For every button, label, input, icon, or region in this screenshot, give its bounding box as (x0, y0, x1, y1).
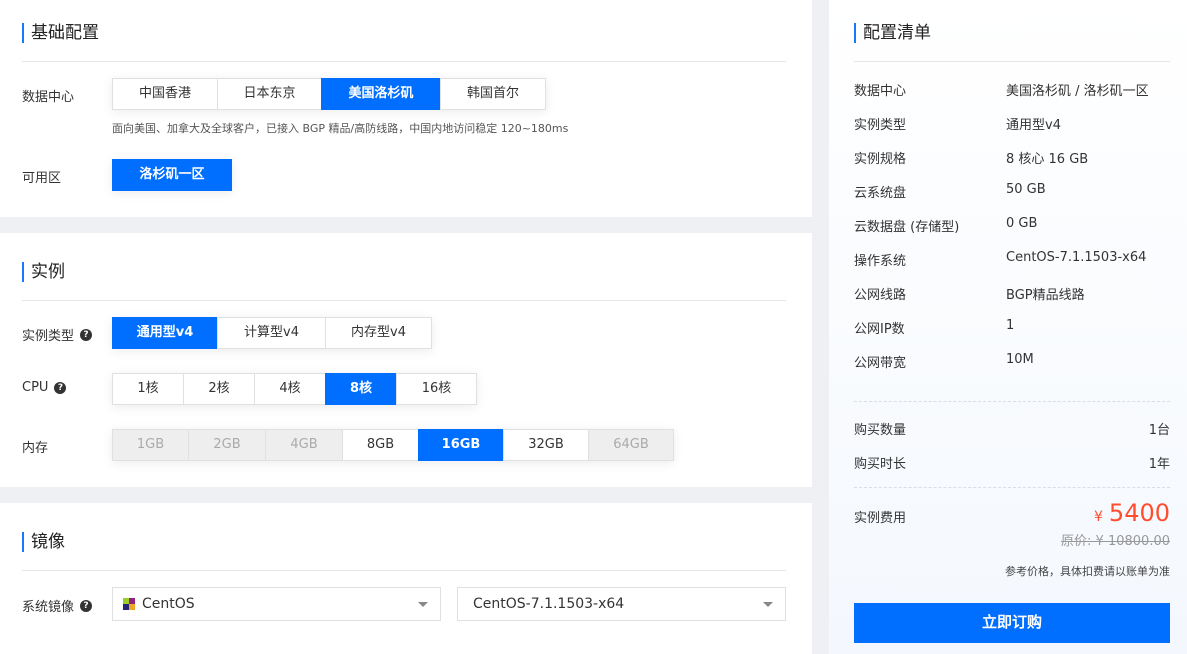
divider (22, 570, 786, 571)
instance-type-options: 通用型v4 计算型v4 内存型v4 (112, 317, 432, 349)
os-select-value: CentOS (142, 596, 195, 612)
cpu-option-1[interactable]: 1核 (112, 373, 184, 405)
summary-row-network-line: 公网线路 BGP精品线路 (854, 288, 1085, 303)
divider (854, 61, 1170, 62)
memory-option-16gb[interactable]: 16GB (418, 429, 504, 461)
memory-option-64gb: 64GB (588, 429, 674, 461)
summary-row-duration: 购买时长 1年 (854, 457, 1170, 472)
memory-label: 内存 (22, 441, 49, 456)
os-version-select[interactable]: CentOS-7.1.1503-x64 (457, 587, 786, 621)
datacenter-options: 中国香港 日本东京 美国洛杉矶 韩国首尔 (112, 78, 546, 110)
centos-icon (123, 598, 135, 610)
cpu-options: 1核 2核 4核 8核 16核 (112, 373, 477, 405)
price-note: 参考价格，具体扣费请以账单为准 (1005, 565, 1170, 578)
image-card: 镜像 系统镜像 ? CentOS CentOS-7.1.1503-x64 (0, 503, 812, 654)
original-price: 原价: ¥ 10800.00 (1061, 534, 1170, 549)
chevron-down-icon (418, 602, 428, 607)
zone-options: 洛杉矶一区 (112, 159, 232, 191)
config-summary-panel: 配置清单 数据中心 美国洛杉矶 / 洛杉矶一区 实例类型 通用型v4 实例规格 … (829, 0, 1187, 654)
buy-now-button[interactable]: 立即订购 (854, 603, 1170, 643)
datacenter-option-tokyo[interactable]: 日本东京 (217, 78, 322, 110)
instance-title: 实例 (22, 262, 65, 282)
cpu-label: CPU ? (22, 380, 67, 395)
instance-card: 实例 实例类型 ? 通用型v4 计算型v4 内存型v4 CPU ? 1核 2核 … (0, 233, 812, 487)
instance-type-memory[interactable]: 内存型v4 (325, 317, 432, 349)
datacenter-option-losangeles[interactable]: 美国洛杉矶 (321, 78, 441, 110)
help-icon[interactable]: ? (80, 328, 93, 341)
chevron-down-icon (763, 602, 773, 607)
basic-config-title: 基础配置 (22, 23, 99, 43)
memory-options: 1GB 2GB 4GB 8GB 16GB 32GB 64GB (112, 429, 674, 461)
summary-row-instance-type: 实例类型 通用型v4 (854, 118, 1061, 133)
basic-config-card: 基础配置 数据中心 中国香港 日本东京 美国洛杉矶 韩国首尔 面向美国、加拿大及… (0, 0, 812, 217)
summary-row-quantity: 购买数量 1台 (854, 423, 1170, 438)
divider (854, 487, 1170, 488)
instance-type-label: 实例类型 ? (22, 325, 93, 344)
datacenter-hint: 面向美国、加拿大及全球客户，已接入 BGP 精品/高防线路，中国内地访问稳定 1… (112, 122, 569, 135)
instance-type-general[interactable]: 通用型v4 (112, 317, 218, 349)
cpu-option-8[interactable]: 8核 (325, 373, 397, 405)
zone-option-la1[interactable]: 洛杉矶一区 (112, 159, 232, 191)
summary-title: 配置清单 (854, 23, 931, 43)
divider (854, 401, 1170, 402)
cpu-option-2[interactable]: 2核 (183, 373, 255, 405)
image-title: 镜像 (22, 532, 65, 552)
datacenter-option-hongkong[interactable]: 中国香港 (112, 78, 218, 110)
cpu-option-4[interactable]: 4核 (254, 373, 326, 405)
os-select[interactable]: CentOS (112, 587, 441, 621)
help-icon[interactable]: ? (80, 599, 93, 612)
summary-row-data-disk: 云数据盘 (存储型) 0 GB (854, 216, 1038, 235)
datacenter-label: 数据中心 (22, 90, 75, 105)
os-version-value: CentOS-7.1.1503-x64 (473, 596, 625, 612)
summary-row-bandwidth: 公网带宽 10M (854, 352, 1034, 371)
memory-option-1gb: 1GB (112, 429, 189, 461)
summary-row-datacenter: 数据中心 美国洛杉矶 / 洛杉矶一区 (854, 84, 1149, 99)
memory-option-4gb: 4GB (265, 429, 343, 461)
system-image-label: 系统镜像 ? (22, 596, 93, 615)
memory-option-8gb[interactable]: 8GB (342, 429, 419, 461)
cpu-option-16[interactable]: 16核 (396, 373, 477, 405)
divider (22, 61, 786, 62)
summary-row-ip-count: 公网IP数 1 (854, 318, 1015, 337)
memory-option-2gb: 2GB (188, 429, 266, 461)
summary-row-os: 操作系统 CentOS-7.1.1503-x64 (854, 250, 1147, 269)
summary-row-spec: 实例规格 8 核心 16 GB (854, 152, 1089, 167)
divider (22, 300, 786, 301)
price-value: ¥ 5400 (1094, 499, 1170, 527)
datacenter-option-seoul[interactable]: 韩国首尔 (440, 78, 546, 110)
instance-type-compute[interactable]: 计算型v4 (217, 317, 326, 349)
summary-row-system-disk: 云系统盘 50 GB (854, 182, 1046, 201)
zone-label: 可用区 (22, 171, 62, 186)
memory-option-32gb[interactable]: 32GB (503, 429, 589, 461)
help-icon[interactable]: ? (54, 381, 67, 394)
